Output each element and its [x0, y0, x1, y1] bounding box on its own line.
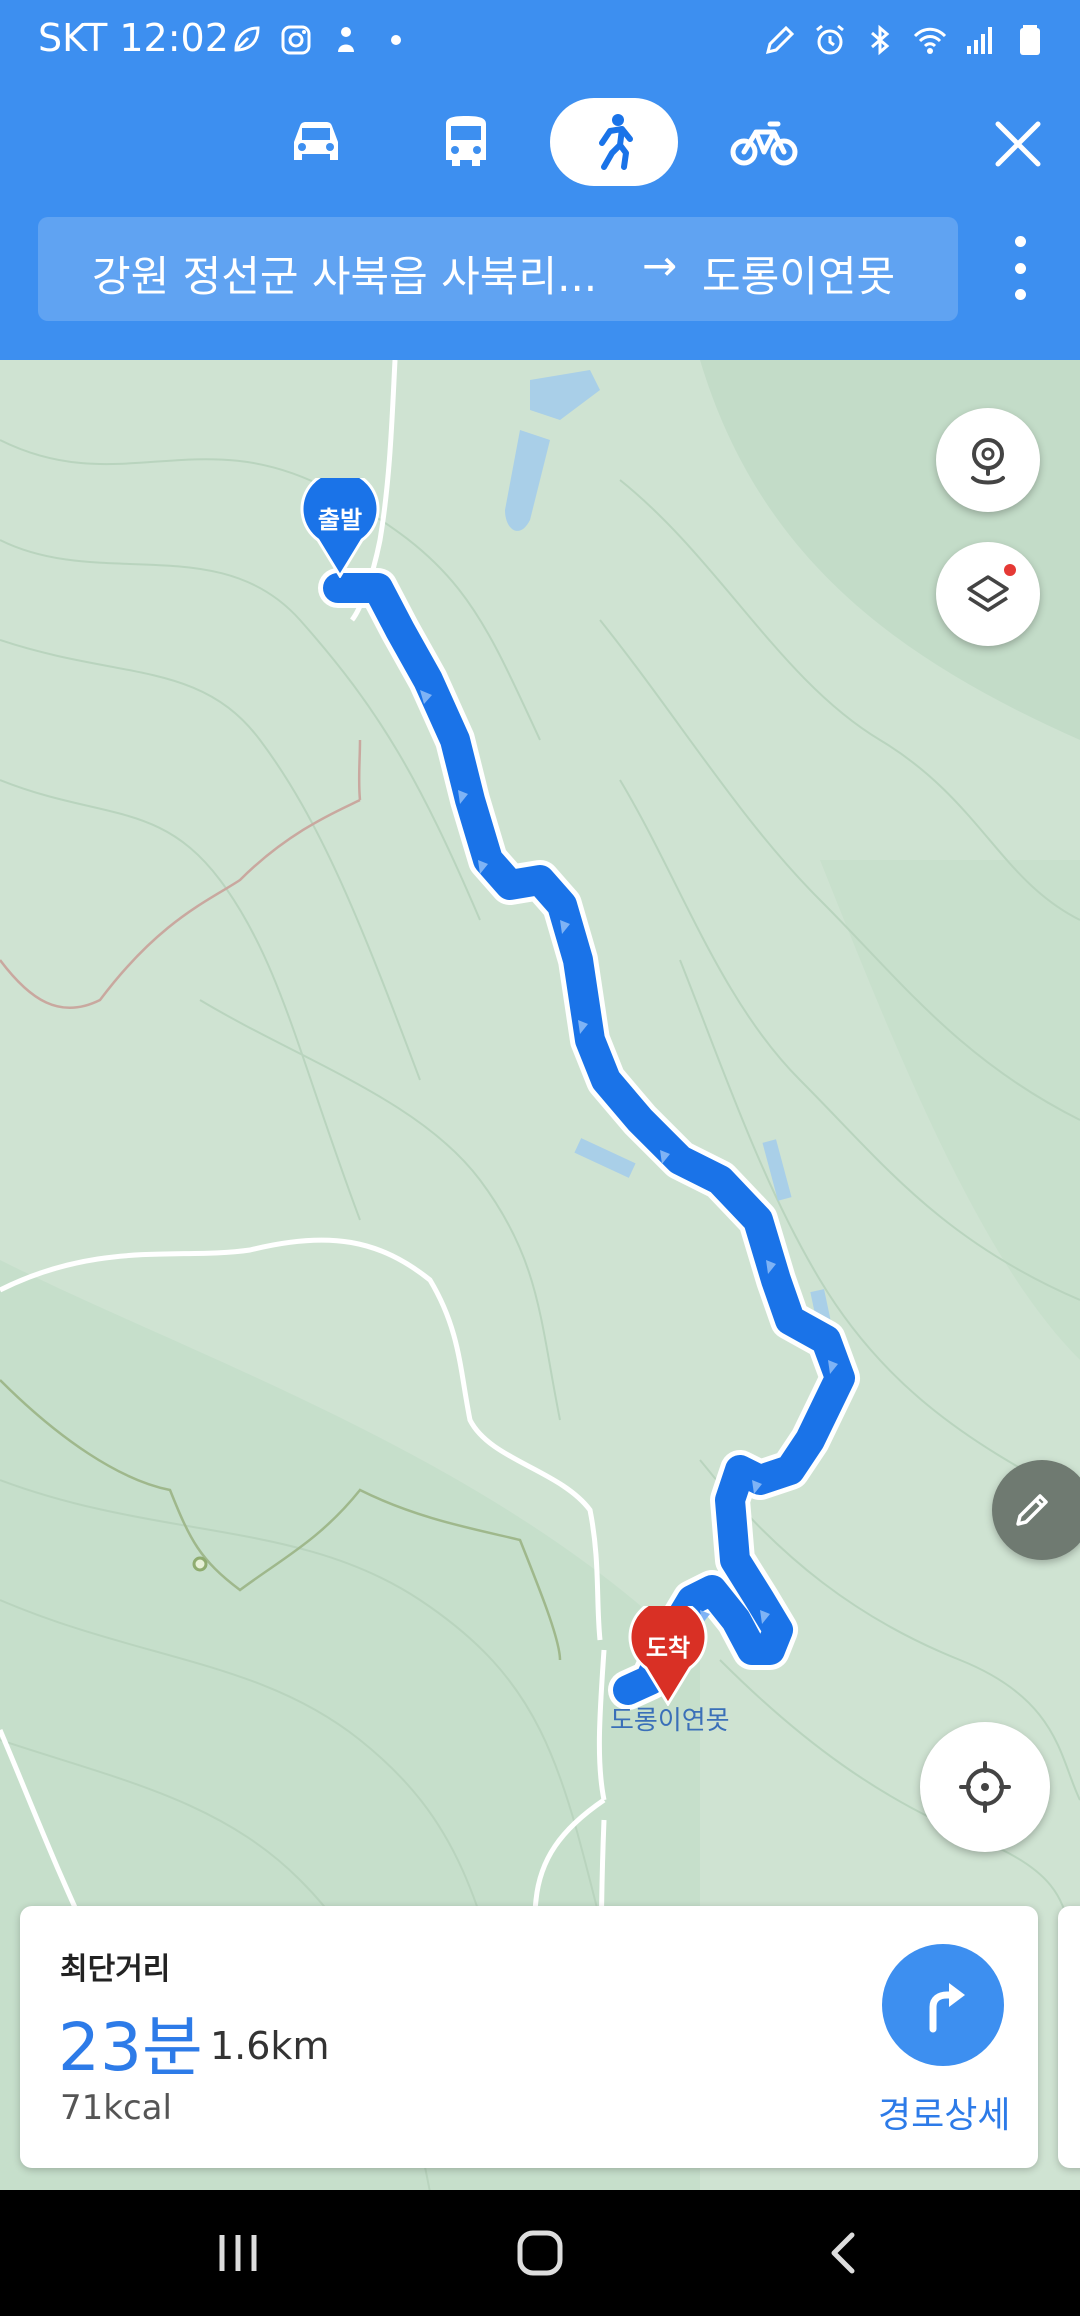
travel-distance: 1.6km	[210, 2024, 330, 2068]
more-dot-icon	[391, 35, 401, 45]
recent-apps-icon	[219, 2235, 257, 2271]
start-marker[interactable]: 출발	[300, 469, 380, 579]
bike-mode-tab[interactable]	[700, 98, 828, 186]
route-origin[interactable]: 강원 정선군 사북읍 사북리...	[92, 243, 597, 304]
instagram-icon	[281, 25, 311, 55]
back-icon	[831, 2232, 855, 2274]
signal-icon	[967, 27, 992, 54]
car-icon	[294, 122, 338, 160]
destination-place-label: 도롱이연못	[610, 1706, 730, 1736]
my-location-button[interactable]	[920, 1722, 1050, 1852]
notification-icons	[228, 18, 414, 62]
route-arrow-icon: →	[642, 241, 678, 290]
route-destination[interactable]: 도롱이연못	[702, 243, 895, 304]
bus-icon	[446, 116, 486, 166]
header-bar: SKT 12:02 강원 정선군 사북읍 사북리... → 도롱이연못	[0, 0, 1080, 360]
carrier-time: SKT 12:02	[38, 16, 229, 60]
layers-notification-dot	[1004, 564, 1016, 576]
status-bar: SKT 12:02	[0, 0, 1080, 80]
alarm-icon	[816, 24, 844, 55]
route-option-card[interactable]: 최단거리 23분 1.6km 71kcal 경로상세	[20, 1906, 1038, 2168]
crosshair-icon	[959, 1761, 1011, 1813]
wifi-icon	[913, 27, 947, 54]
calories: 71kcal	[60, 2088, 172, 2128]
pen-icon	[765, 25, 795, 55]
route-detail-label[interactable]: 경로상세	[878, 2086, 1010, 2138]
bike-icon	[730, 121, 798, 166]
recent-apps-button[interactable]	[198, 2220, 278, 2286]
street-view-icon	[971, 438, 1005, 485]
close-icon	[995, 121, 1041, 167]
system-nav-bar	[0, 2190, 1080, 2316]
home-button[interactable]	[500, 2220, 580, 2286]
bluetooth-icon	[871, 24, 890, 56]
end-marker[interactable]: 도착	[628, 1597, 708, 1707]
close-button[interactable]	[986, 112, 1050, 176]
next-route-card-peek[interactable]	[1058, 1906, 1080, 2168]
route-type-label: 최단거리	[60, 1952, 171, 1987]
transport-mode-tabs	[0, 98, 1080, 190]
more-dot	[1014, 289, 1026, 300]
more-dot	[1014, 236, 1026, 247]
walk-mode-tab[interactable]	[550, 98, 678, 186]
route-summary[interactable]: 강원 정선군 사북읍 사북리... → 도롱이연못	[38, 217, 958, 321]
end-marker-label: 도착	[645, 1634, 691, 1662]
battery-icon	[1020, 25, 1040, 55]
back-button[interactable]	[804, 2220, 884, 2286]
layers-button[interactable]	[936, 542, 1040, 646]
bus-mode-tab[interactable]	[402, 98, 530, 186]
route-detail-button[interactable]	[882, 1944, 1004, 2066]
more-options-button[interactable]	[1000, 236, 1040, 300]
app-notification-icon	[338, 27, 354, 52]
car-mode-tab[interactable]	[252, 98, 380, 186]
leaf-notification-icon	[234, 26, 260, 52]
travel-time: 23분	[58, 2009, 203, 2086]
system-icons	[762, 18, 1048, 62]
more-dot	[1014, 262, 1026, 274]
turn-right-arrow-icon	[929, 1983, 965, 2033]
layers-icon	[967, 575, 1009, 612]
walk-icon	[599, 114, 633, 170]
pencil-icon	[1016, 1494, 1048, 1526]
start-marker-label: 출발	[317, 506, 363, 534]
street-view-button[interactable]	[936, 408, 1040, 512]
home-icon	[517, 2230, 563, 2276]
